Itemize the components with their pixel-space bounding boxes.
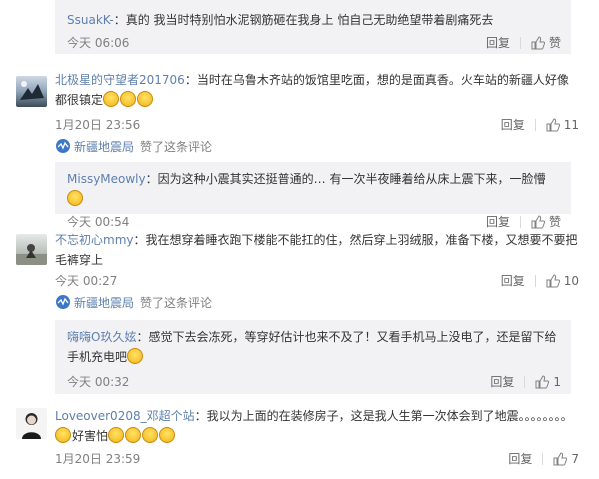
reply-button[interactable]: 回复 — [486, 213, 510, 230]
thumbs-up-icon — [546, 117, 560, 131]
earthquake-bureau-avatar-icon — [56, 295, 70, 309]
crying-emoji-icon — [142, 427, 159, 443]
liked-by-text: 赞了这条评论 — [140, 139, 213, 154]
thumbs-up-icon — [546, 273, 560, 287]
laugh-cry-emoji-icon — [137, 91, 154, 107]
divider — [524, 375, 526, 388]
reply-item: 嗨嗨O玖久妶：感觉下去会冻死，等穿好估计也来不及了！又看手机马上没电了，还是留下… — [55, 320, 571, 394]
reply-username[interactable]: SsuakK- — [67, 13, 114, 27]
reply-text: ：真的 我当时特别怕水泥钢筋砸在我身上 怕自己无助绝望带着剧痛死去 — [113, 13, 494, 27]
like-button[interactable]: 11 — [546, 118, 579, 132]
divider — [542, 452, 544, 465]
comment-text-suffix: 好害怕 — [72, 429, 109, 443]
thumbs-up-icon — [535, 374, 550, 388]
laugh-cry-emoji-icon — [103, 91, 120, 107]
laugh-cry-emoji-icon — [67, 190, 83, 206]
crying-emoji-icon — [125, 427, 142, 443]
comment-text: ：我在想穿着睡衣跑下楼能不能扛的住，然后穿上羽绒服，准备下楼，又想要不要把毛裤穿… — [55, 233, 578, 267]
like-button[interactable]: 1 — [535, 375, 561, 389]
like-count: 10 — [563, 273, 579, 288]
reply-button[interactable]: 回复 — [501, 116, 525, 133]
laugh-cry-emoji-icon — [127, 348, 144, 364]
earthquake-bureau-avatar-icon — [56, 139, 70, 153]
thumbs-up-icon — [531, 35, 545, 49]
comment-username[interactable]: Loveover0208_邓超个站 — [55, 409, 195, 423]
comment-text: ：我以为上面的在装修房子，这是我人生第一次体会到了地震。。。。。。。。 — [194, 409, 573, 423]
divider — [534, 118, 536, 131]
liked-by-row: 新疆地震局 赞了这条评论 — [55, 292, 579, 312]
liked-by-source[interactable]: 新疆地震局 — [74, 138, 134, 155]
divider — [519, 215, 521, 228]
like-button[interactable]: 赞 — [531, 213, 561, 230]
like-label: 赞 — [548, 36, 561, 50]
reply-item: MissyMeowly：因为这种小震其实还挺普通的… 有一次半夜睡着给从床上震下… — [55, 162, 571, 229]
reply-time: 今天 00:54 — [67, 215, 130, 229]
comment-username[interactable]: 不忘初心mmy — [55, 233, 133, 247]
reply-time: 今天 00:32 — [67, 375, 130, 389]
reply-button[interactable]: 回复 — [490, 373, 514, 390]
crying-emoji-icon — [55, 427, 71, 443]
reply-item: SsuakK-：真的 我当时特别怕水泥钢筋砸在我身上 怕自己无助绝望带着剧痛死去… — [55, 0, 571, 54]
comment-time: 1月20日 23:59 — [55, 452, 141, 466]
reply-username[interactable]: MissyMeowly — [67, 172, 146, 186]
like-count: 11 — [563, 117, 579, 132]
crying-emoji-icon — [159, 427, 176, 443]
like-label: 赞 — [548, 215, 561, 229]
comment-username[interactable]: 北极星的守望者201706 — [55, 73, 185, 87]
avatar[interactable] — [16, 408, 47, 439]
divider — [519, 36, 521, 49]
crying-emoji-icon — [108, 427, 125, 443]
reply-time: 今天 06:06 — [67, 36, 130, 50]
reply-button[interactable]: 回复 — [486, 34, 510, 51]
avatar[interactable] — [16, 234, 47, 265]
liked-by-text: 赞了这条评论 — [140, 295, 213, 310]
like-count: 7 — [571, 451, 579, 466]
thumbs-up-icon — [531, 214, 545, 228]
like-button[interactable]: 赞 — [531, 34, 561, 51]
reply-username[interactable]: 嗨嗨O玖久妶 — [67, 330, 136, 344]
divider — [534, 274, 536, 287]
like-button[interactable]: 10 — [546, 274, 579, 288]
like-count: 1 — [553, 374, 561, 389]
thumbs-up-icon — [553, 451, 568, 465]
comment-time: 1月20日 23:56 — [55, 118, 141, 132]
comment-time: 今天 00:27 — [55, 274, 118, 288]
reply-text: ：因为这种小震其实还挺普通的… 有一次半夜睡着给从床上震下来，一脸懵 — [145, 172, 546, 186]
laugh-cry-emoji-icon — [120, 91, 137, 107]
avatar[interactable] — [16, 76, 47, 107]
liked-by-row: 新疆地震局 赞了这条评论 — [55, 136, 579, 156]
reply-button[interactable]: 回复 — [501, 272, 525, 289]
like-button[interactable]: 7 — [553, 452, 579, 466]
reply-button[interactable]: 回复 — [508, 450, 532, 467]
liked-by-source[interactable]: 新疆地震局 — [74, 294, 134, 311]
